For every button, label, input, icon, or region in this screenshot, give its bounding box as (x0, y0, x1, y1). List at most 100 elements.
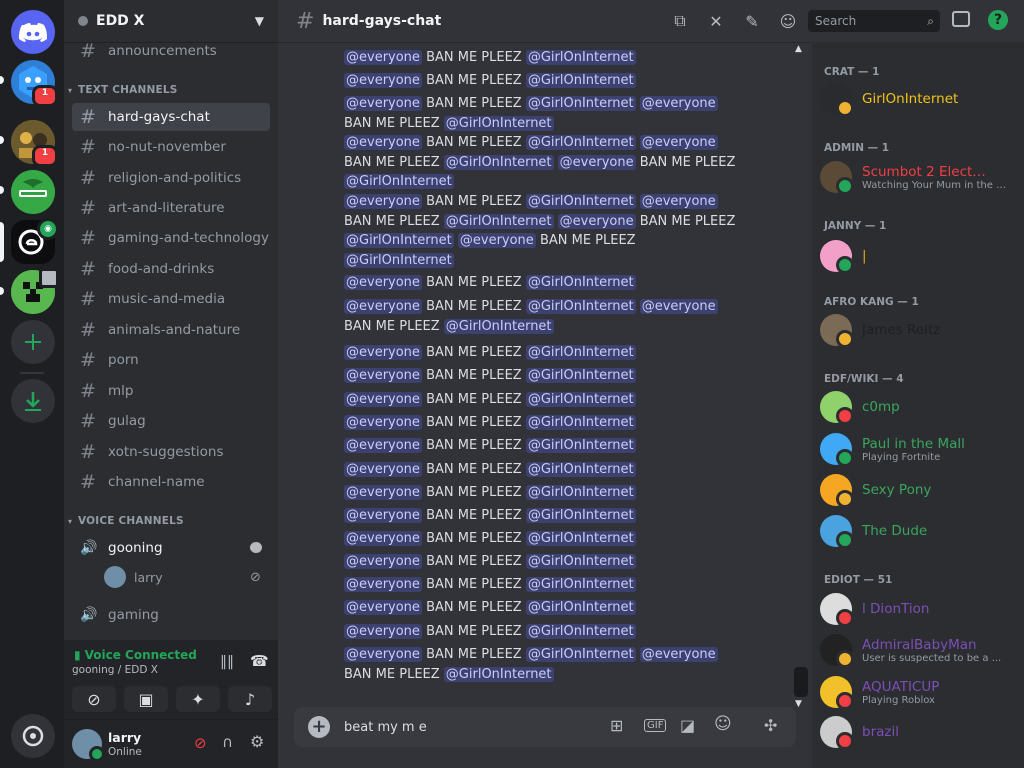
mention[interactable]: @everyone (557, 213, 636, 229)
mention[interactable]: @everyone (639, 96, 718, 111)
mention[interactable]: @everyone (344, 368, 422, 383)
pin-icon[interactable]: ✎ (734, 12, 770, 31)
mention[interactable]: @everyone (344, 345, 422, 360)
mention[interactable]: @GirlOnInternet (443, 666, 554, 682)
server-icon-blue[interactable]: 1 (11, 60, 58, 107)
server-icon-creeper[interactable] (11, 268, 59, 314)
mention[interactable]: @everyone (344, 50, 422, 65)
mention[interactable]: @everyone (344, 554, 422, 569)
mention[interactable]: @GirlOnInternet (344, 233, 454, 249)
inbox-icon[interactable] (952, 11, 970, 27)
mention[interactable]: @GirlOnInternet (525, 438, 636, 453)
mention[interactable]: @GirlOnInternet (525, 368, 636, 383)
mention[interactable]: @everyone (344, 73, 422, 88)
channel-gulag[interactable]: # gulag (72, 407, 270, 435)
channel-mlp[interactable]: # mlp (72, 377, 270, 405)
mention[interactable]: @everyone (639, 194, 718, 209)
mention[interactable]: @GirlOnInternet (525, 194, 636, 209)
member-list-icon[interactable]: ☺ (770, 12, 806, 31)
mention[interactable]: @everyone (344, 194, 422, 209)
discover-button[interactable] (11, 714, 55, 758)
add-server-button[interactable] (11, 320, 55, 364)
member-item[interactable]: AQUATICUP Playing Roblox (820, 671, 1020, 713)
category-voice-channels[interactable]: ▾ VOICE CHANNELS (68, 515, 184, 527)
voice-participant[interactable]: larry (104, 566, 163, 588)
mention[interactable]: @GirlOnInternet (525, 50, 636, 65)
mention[interactable]: @everyone (344, 438, 422, 453)
member-item[interactable]: | (820, 235, 1020, 277)
mention[interactable]: @everyone (344, 415, 422, 430)
channel-animals-and-nature[interactable]: # animals-and-nature (72, 316, 270, 344)
mention[interactable]: @GirlOnInternet (443, 154, 554, 170)
member-item[interactable]: Scumbot 2 Elect...APPWatching Your Mum i… (820, 156, 1020, 198)
headphones-icon[interactable]: ∩ (222, 733, 233, 751)
channel-xotn-suggestions[interactable]: # xotn-suggestions (72, 438, 270, 466)
member-item[interactable]: c0mp (820, 386, 1020, 428)
soundboard-button[interactable]: ♪ (228, 686, 272, 712)
channel-porn[interactable]: # porn (72, 346, 270, 374)
member-item[interactable]: The Dude (820, 510, 1020, 552)
mention[interactable]: @everyone (344, 600, 422, 615)
mention[interactable]: @GirlOnInternet (525, 135, 636, 150)
member-item[interactable]: GirlOnInternet (820, 78, 1020, 120)
mention[interactable]: @GirlOnInternet (525, 299, 636, 314)
home-discord-icon[interactable] (11, 10, 55, 54)
mention[interactable]: @GirlOnInternet (525, 485, 636, 500)
mention[interactable]: @everyone (344, 508, 422, 523)
mention[interactable]: @GirlOnInternet (443, 115, 554, 131)
mention[interactable]: @everyone (344, 462, 422, 477)
mention[interactable]: @everyone (344, 485, 422, 500)
help-icon[interactable]: ? (988, 10, 1008, 30)
mention[interactable]: @GirlOnInternet (525, 600, 636, 615)
server-icon-photo[interactable]: 1 (11, 120, 58, 167)
mention[interactable]: @GirlOnInternet (443, 213, 554, 229)
upload-plus-button[interactable]: + (308, 716, 330, 738)
mention[interactable]: @everyone (344, 135, 422, 150)
mention[interactable]: @GirlOnInternet (525, 415, 636, 430)
noise-suppression-icon[interactable]: ‖‖ (220, 654, 234, 670)
sticker-icon[interactable]: ◪ (680, 716, 695, 735)
category-text-channels[interactable]: ▾ TEXT CHANNELS (68, 84, 177, 96)
server-header[interactable]: EDD X ▼ (64, 0, 278, 42)
mention[interactable]: @GirlOnInternet (525, 508, 636, 523)
server-icon-vegans[interactable] (11, 170, 55, 214)
mention[interactable]: @GirlOnInternet (525, 624, 636, 639)
mention[interactable]: @everyone (344, 577, 422, 592)
gift-icon[interactable]: ⊞ (610, 716, 623, 735)
voice-channel-gooning[interactable]: 🔊 gooning (72, 534, 270, 562)
mention[interactable]: @everyone (344, 299, 422, 314)
mention[interactable]: @GirlOnInternet (525, 554, 636, 569)
voice-channel-gaming[interactable]: 🔊 gaming (72, 601, 270, 629)
mention[interactable]: @everyone (344, 531, 422, 546)
mention[interactable]: @everyone (639, 647, 718, 662)
gear-icon[interactable]: ⚙ (250, 732, 264, 751)
channel-religion-and-politics[interactable]: # religion-and-politics (72, 164, 270, 192)
notification-muted-icon[interactable]: ✕ (698, 12, 734, 31)
disconnect-icon[interactable]: ☎ (250, 652, 269, 670)
mention[interactable]: @GirlOnInternet (525, 96, 636, 111)
scroll-thumb[interactable] (794, 667, 808, 697)
mention[interactable]: @everyone (639, 299, 718, 314)
share-screen-button[interactable]: ▣ (124, 686, 168, 712)
mention[interactable]: @GirlOnInternet (443, 318, 554, 334)
mention[interactable]: @everyone (344, 647, 422, 662)
mention[interactable]: @GirlOnInternet (525, 647, 636, 662)
gif-button[interactable]: GIF (644, 719, 667, 732)
member-item[interactable]: Paul in the Mall Playing Fortnite (820, 428, 1020, 470)
message-input[interactable] (344, 719, 584, 735)
voice-location[interactable]: gooning / EDD X (72, 664, 158, 676)
member-item[interactable]: l DionTion (820, 588, 1020, 630)
mention[interactable]: @everyone (344, 392, 422, 407)
mention[interactable]: @GirlOnInternet (525, 577, 636, 592)
mention[interactable]: @everyone (344, 275, 422, 290)
mention[interactable]: @everyone (457, 233, 536, 249)
member-item[interactable]: AdmiralBabyMan User is suspected to be a … (820, 629, 1020, 671)
emoji-icon[interactable]: ☺ (714, 714, 732, 734)
download-apps-button[interactable] (11, 379, 55, 423)
mention[interactable]: @everyone (344, 96, 422, 111)
channel-music-and-media[interactable]: # music-and-media (72, 285, 270, 313)
threads-icon[interactable]: ⧉ (662, 11, 698, 31)
channel-food-and-drinks[interactable]: # food-and-drinks (72, 255, 270, 283)
channel-channel-name[interactable]: # channel-name (72, 468, 270, 496)
mention[interactable]: @GirlOnInternet (525, 462, 636, 477)
